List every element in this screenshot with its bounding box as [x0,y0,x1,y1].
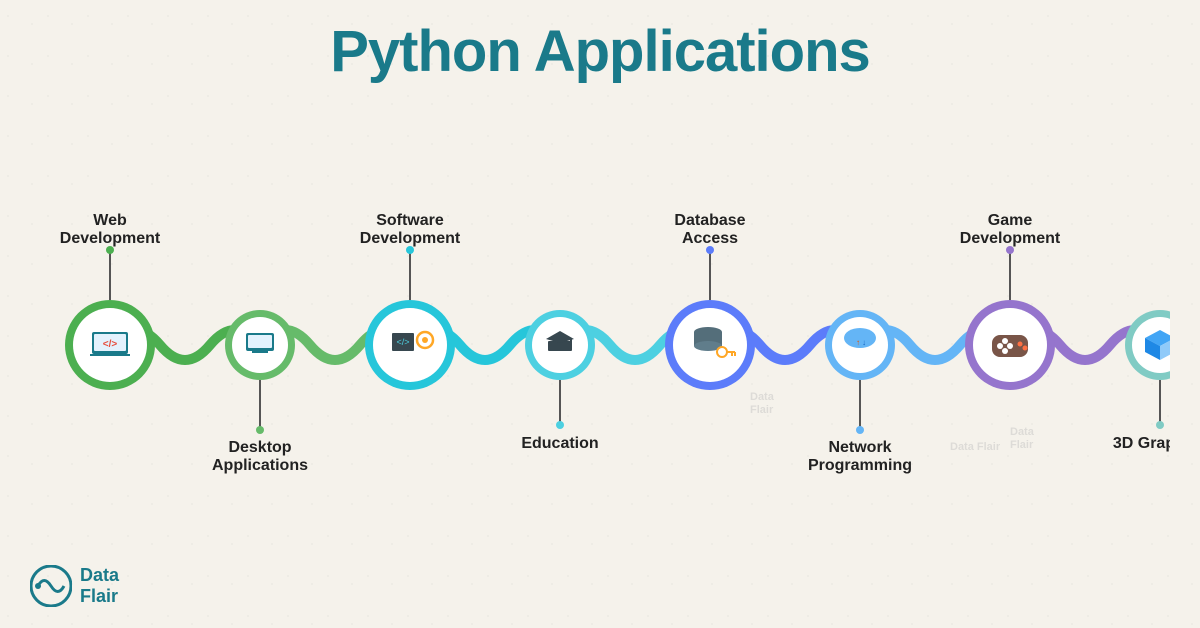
chain-svg: </> Web Development Desktop Applications… [30,170,1170,520]
svg-text:Data: Data [750,391,775,403]
svg-text:Flair: Flair [750,404,774,416]
svg-text:Education: Education [521,435,598,452]
svg-text:3D Graphics: 3D Graphics [1113,435,1170,452]
diagram-area: </> Web Development Desktop Applications… [0,110,1200,628]
svg-text:↓: ↓ [862,338,866,347]
svg-text:Development: Development [60,230,161,247]
svg-text:Web: Web [93,212,127,229]
logo-data-label: Data [80,565,119,587]
svg-text:Desktop: Desktop [228,439,291,456]
svg-text:</>: </> [396,337,409,347]
svg-text:Network: Network [828,439,891,456]
svg-text:↑: ↑ [856,338,860,347]
svg-text:Development: Development [960,230,1061,247]
svg-text:Access: Access [682,230,738,247]
svg-text:Game: Game [988,212,1033,229]
logo-icon [30,565,72,607]
svg-text:Data: Data [1010,426,1035,438]
svg-text:Software: Software [376,212,444,229]
logo-area: Data Flair [30,565,119,608]
svg-text:Applications: Applications [212,457,308,474]
svg-text:Flair: Flair [1010,439,1034,451]
svg-text:</>: </> [103,339,118,350]
page-title: Python Applications [0,0,1200,85]
logo-flair-label: Flair [80,586,119,608]
svg-text:Data Flair: Data Flair [950,441,1001,453]
logo-text: Data Flair [80,565,119,608]
svg-text:Database: Database [674,212,745,229]
svg-text:Development: Development [360,230,461,247]
svg-text:Programming: Programming [808,457,912,474]
